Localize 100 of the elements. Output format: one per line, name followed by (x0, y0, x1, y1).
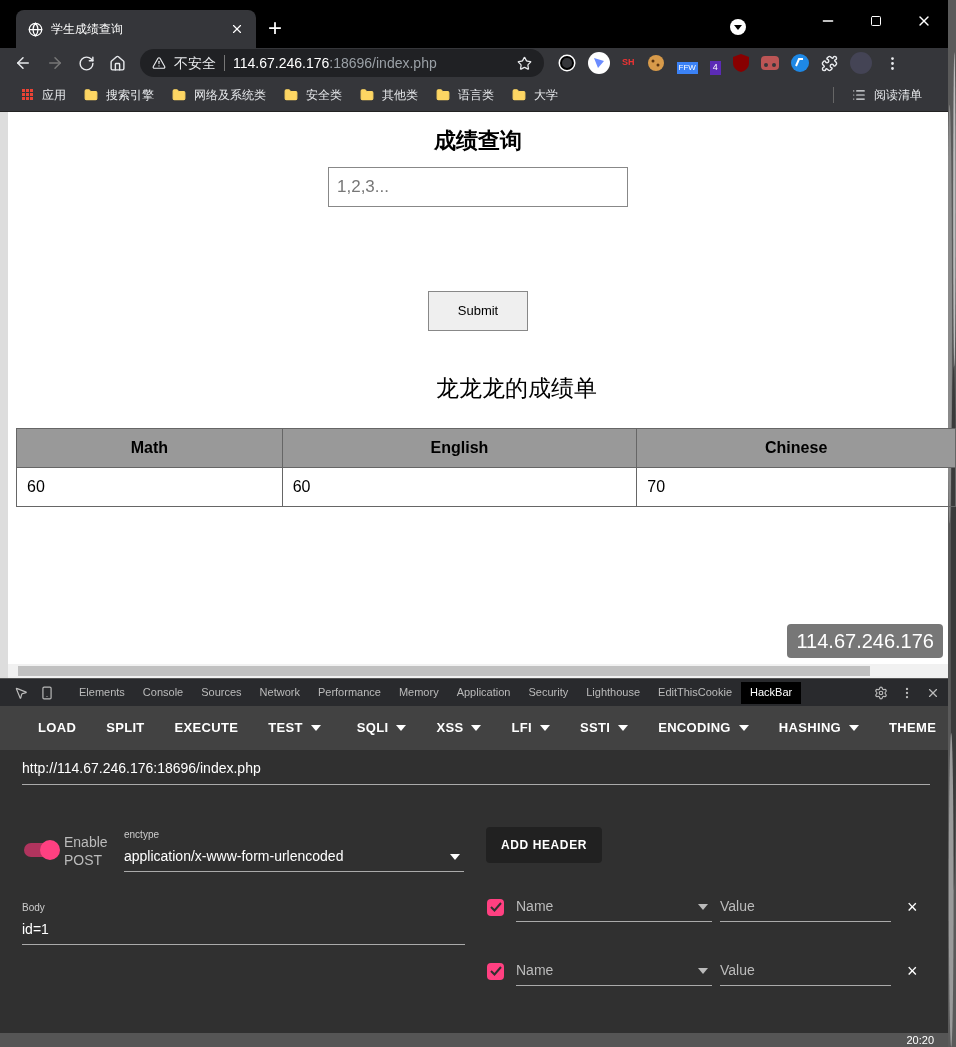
bookmark[interactable]: 其他类 (360, 85, 418, 104)
devtools-tab[interactable]: Memory (389, 681, 448, 704)
reload-icon[interactable] (78, 54, 95, 72)
field-label: Body (22, 901, 46, 915)
toggle-label: Enable POST (64, 833, 109, 869)
body-field[interactable]: id=1 (22, 915, 465, 945)
devtools-tab[interactable]: EditThisCookie (649, 681, 742, 704)
maximize-icon[interactable] (870, 15, 882, 27)
field-label: enctype (124, 828, 161, 842)
bookmark[interactable]: 安全类 (284, 85, 342, 104)
devtools-tab[interactable]: Performance (308, 681, 390, 704)
checkbox[interactable] (487, 898, 504, 916)
folder-icon (84, 87, 98, 102)
bookmark[interactable]: 大学 (512, 85, 558, 104)
new-tab-button[interactable]: + (268, 16, 282, 40)
caret-icon (698, 967, 708, 974)
globe-icon (28, 21, 43, 37)
devtools-tab[interactable]: Security (519, 681, 578, 704)
folder-icon (436, 87, 450, 102)
toggle-switch[interactable] (24, 843, 58, 857)
input-field[interactable]: 1,2,3... (328, 167, 628, 207)
devtools-tab[interactable]: HackBar (741, 681, 802, 704)
device-icon[interactable] (40, 685, 54, 700)
add-header-button[interactable]: ADD HEADER (486, 827, 602, 863)
devtools-tab[interactable]: Elements (70, 681, 134, 704)
cookie-icon[interactable] (646, 54, 665, 72)
puzzle-icon[interactable] (820, 54, 838, 72)
header-name-field[interactable]: Name (516, 892, 712, 922)
toolbar-button[interactable]: SQLI (347, 718, 416, 738)
bird-icon[interactable] (588, 52, 610, 74)
toolbar-button[interactable]: ENCODING (649, 718, 758, 738)
toolbar-button[interactable]: TEST (259, 718, 330, 738)
toolbar-button[interactable]: LFI (502, 718, 559, 738)
devtools-tab[interactable]: Network (250, 681, 309, 704)
toolbar-button[interactable]: HASHING (769, 718, 869, 738)
column-header: Math (16, 428, 283, 467)
submit-button[interactable]: Submit (428, 291, 528, 331)
url-text: 114.67.246.176:18696/index.php (233, 53, 438, 73)
folder-icon (284, 87, 298, 102)
extension-icon[interactable] (790, 54, 809, 72)
circle-icon[interactable] (558, 54, 576, 72)
close-icon[interactable] (230, 22, 244, 36)
caret-icon (310, 725, 321, 731)
page-heading: 成绩查询 (434, 127, 522, 155)
caret-icon (618, 725, 629, 731)
caret-icon (849, 725, 860, 731)
ip-badge: 114.67.246.176 (787, 624, 943, 658)
header-name-field[interactable]: Name (516, 956, 712, 986)
back-icon[interactable] (14, 54, 32, 72)
reading-list-button[interactable]: 阅读清单 (852, 85, 926, 104)
caret-icon (396, 725, 407, 731)
address-bar[interactable]: 不安全 114.67.246.176:18696/index.php (140, 49, 544, 77)
caret-icon (471, 725, 482, 731)
toolbar-button[interactable]: EXECUTE (165, 718, 248, 738)
forward-icon[interactable] (46, 54, 64, 72)
apps-icon (22, 88, 34, 101)
table-cell: 60 (16, 467, 283, 506)
header-value-field[interactable]: Value (720, 892, 891, 922)
toolbar-button[interactable]: LOAD (29, 718, 86, 738)
remove-button[interactable]: × (907, 898, 918, 916)
inspect-icon[interactable] (14, 685, 28, 700)
devtools-tab[interactable]: Console (133, 681, 193, 704)
extension-badge[interactable]: 4 (709, 61, 721, 75)
devtools-tab[interactable]: Lighthouse (577, 681, 650, 704)
checkbox[interactable] (487, 962, 504, 980)
star-icon[interactable] (517, 55, 532, 71)
caret-icon (698, 903, 708, 910)
remove-button[interactable]: × (907, 962, 918, 980)
folder-icon (360, 87, 374, 102)
settings-icon[interactable] (874, 685, 888, 700)
caret-icon (539, 725, 550, 731)
table-cell: 60 (282, 467, 637, 506)
bookmark[interactable]: 应用 (22, 85, 66, 104)
toolbar-button[interactable]: XSS (427, 718, 491, 738)
bookmark[interactable]: 网络及系统类 (172, 85, 266, 104)
taskbar-clock: 20:20 (906, 1032, 934, 1047)
security-label: 不安全 (174, 53, 216, 73)
caret-icon (450, 853, 460, 860)
column-header: Chinese (636, 428, 956, 467)
url-field[interactable]: http://114.67.246.176:18696/index.php (22, 758, 930, 785)
bookmark[interactable]: 语言类 (436, 85, 494, 104)
bookmark[interactable]: 搜索引擎 (84, 85, 154, 104)
scrollbar-thumb[interactable] (18, 666, 870, 676)
home-icon[interactable] (109, 54, 126, 72)
enctype-select[interactable]: application/x-www-form-urlencoded (124, 842, 464, 872)
devtools-tab[interactable]: Sources (192, 681, 251, 704)
toolbar-button[interactable]: SPLIT (97, 718, 154, 738)
toolbar-button[interactable]: THEME (880, 718, 946, 738)
devtools-tab[interactable]: Application (447, 681, 520, 704)
extension-badge[interactable]: FFW (676, 62, 698, 74)
toolbar-button[interactable]: SSTI (570, 718, 638, 738)
profile-dropdown-icon[interactable] (730, 19, 746, 35)
folder-icon (172, 87, 186, 102)
list-icon (852, 87, 866, 102)
table-title: 龙龙龙的成绩单 (435, 374, 597, 403)
header-value-field[interactable]: Value (720, 956, 891, 986)
browser-tab[interactable]: 学生成绩查询 (16, 10, 256, 48)
caret-icon (738, 725, 749, 731)
folder-icon (512, 87, 526, 102)
column-header: English (282, 428, 637, 467)
